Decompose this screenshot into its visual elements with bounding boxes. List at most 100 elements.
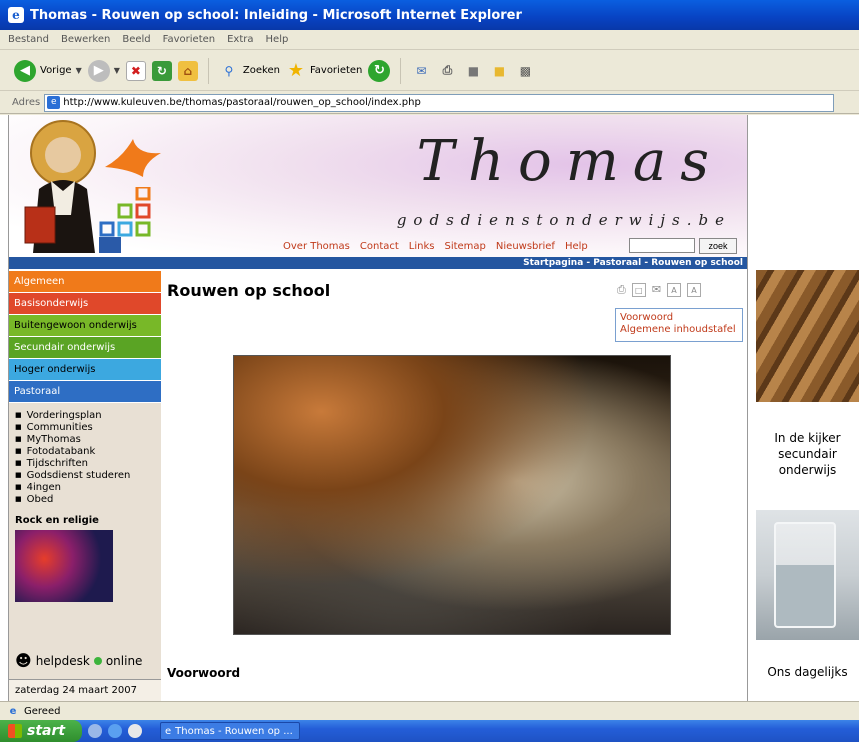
menu-bar: Bestand Bewerken Beeld Favorieten Extra …: [0, 30, 859, 50]
address-label: Adres: [12, 97, 41, 108]
nav-link-sitemap[interactable]: Sitemap: [444, 241, 485, 252]
nav-link-over-thomas[interactable]: Over Thomas: [283, 241, 350, 252]
toc-link-voorwoord[interactable]: Voorwoord: [620, 312, 738, 324]
edit-icon[interactable]: ■: [463, 61, 483, 81]
left-nav: Algemeen Basisonderwijs Buitengewoon ond…: [9, 271, 161, 701]
page-title: Rouwen op school: [167, 281, 331, 300]
status-text: Gereed: [24, 705, 61, 717]
date-display: zaterdag 24 maart 2007: [9, 679, 161, 701]
print-icon[interactable]: ⎙: [617, 283, 626, 297]
right-sidebar: In de kijker secundair onderwijs Ons dag…: [756, 270, 859, 701]
messenger-icon[interactable]: ▩: [515, 61, 535, 81]
glass-photo[interactable]: [756, 510, 859, 640]
submenu-item-communities[interactable]: Communities: [15, 421, 161, 433]
right-text-kijker[interactable]: In de kijker secundair onderwijs: [756, 430, 859, 478]
back-label: Vorige: [40, 65, 72, 76]
start-button[interactable]: start: [0, 720, 82, 742]
taskbar: start e Thomas - Rouwen op ...: [0, 720, 859, 742]
windows-logo-icon: [8, 724, 22, 738]
back-arrow-icon: ◀: [14, 59, 36, 82]
forward-arrow-icon: ▶: [87, 59, 110, 82]
menu-item-beeld[interactable]: Beeld: [122, 34, 150, 45]
page-icon[interactable]: □: [631, 283, 646, 297]
submenu-item-obed[interactable]: Obed: [15, 493, 161, 505]
toolbar-separator: [400, 57, 402, 84]
nav-item-pastoraal[interactable]: Pastoraal: [9, 381, 161, 403]
refresh-icon[interactable]: ↻: [151, 60, 172, 81]
history-icon[interactable]: ↻: [368, 59, 391, 82]
browser-window: e Thomas - Rouwen op school: Inleiding -…: [0, 0, 859, 742]
site-search: zoek: [629, 238, 737, 254]
font-larger-icon[interactable]: A: [687, 283, 702, 297]
nav-item-algemeen[interactable]: Algemeen: [9, 271, 161, 293]
site-search-input[interactable]: [629, 238, 695, 253]
site-search-button[interactable]: zoek: [699, 238, 737, 254]
taskbar-item-label: Thomas - Rouwen op ...: [175, 725, 293, 737]
back-button[interactable]: ◀ Vorige ▼: [14, 59, 82, 82]
font-smaller-icon[interactable]: A: [667, 283, 682, 297]
ie-quicklaunch-icon[interactable]: [108, 724, 122, 738]
favorites-button[interactable]: ★ Favorieten: [286, 60, 363, 81]
section-title: Voorwoord: [167, 666, 241, 680]
site-header: Thomas godsdienstonderwijs.be Over Thoma…: [9, 115, 747, 257]
forward-button[interactable]: ▶ ▼: [87, 59, 120, 82]
print-icon[interactable]: ⎙: [437, 61, 457, 81]
page-icon: e: [47, 96, 61, 109]
nav-item-hoger-onderwijs[interactable]: Hoger onderwijs: [9, 359, 161, 381]
start-label: start: [27, 723, 66, 739]
search-label: Zoeken: [242, 65, 280, 76]
menu-item-bestand[interactable]: Bestand: [8, 34, 49, 45]
helpdesk-link[interactable]: ☻ helpdesk online: [15, 651, 142, 670]
dove-icon: [105, 139, 161, 177]
page-viewport: Thomas godsdienstonderwijs.be Over Thoma…: [0, 115, 859, 701]
nav-item-basisonderwijs[interactable]: Basisonderwijs: [9, 293, 161, 315]
submenu-item-tijdschriften[interactable]: Tijdschriften: [15, 457, 161, 469]
submenu-item-fotodatabank[interactable]: Fotodatabank: [15, 445, 161, 457]
nav-link-contact[interactable]: Contact: [360, 241, 399, 252]
mail-icon[interactable]: ✉: [411, 61, 431, 81]
home-icon[interactable]: ⌂: [177, 60, 198, 81]
nav-item-buitengewoon-onderwijs[interactable]: Buitengewoon onderwijs: [9, 315, 161, 337]
nav-link-nieuwsbrief[interactable]: Nieuwsbrief: [496, 241, 555, 252]
star-icon: ★: [287, 60, 304, 81]
menu-item-favorieten[interactable]: Favorieten: [163, 34, 215, 45]
media-icon[interactable]: [128, 724, 142, 738]
chevron-down-icon[interactable]: ▼: [114, 66, 120, 75]
nav-link-help[interactable]: Help: [565, 241, 588, 252]
menu-item-help[interactable]: Help: [266, 34, 289, 45]
page-tools: ⎙ □ ✉ A A: [617, 283, 702, 297]
bread-photo[interactable]: [756, 270, 859, 402]
stop-icon[interactable]: ✖: [125, 60, 146, 81]
main-frame: Thomas godsdienstonderwijs.be Over Thoma…: [8, 115, 748, 701]
main-content: Rouwen op school ⎙ □ ✉ A A Voorwoord Alg…: [167, 271, 747, 701]
nav-link-links[interactable]: Links: [409, 241, 435, 252]
window-title: Thomas - Rouwen op school: Inleiding - M…: [30, 7, 522, 23]
taskbar-item-browser[interactable]: e Thomas - Rouwen op ...: [160, 722, 300, 740]
submenu-item-vorderingsplan[interactable]: Vorderingsplan: [15, 409, 161, 421]
folder-icon[interactable]: ■: [489, 61, 509, 81]
nav-item-secundair-onderwijs[interactable]: Secundair onderwijs: [9, 337, 161, 359]
desktop-icon[interactable]: [88, 724, 102, 738]
submenu-item-godsdienst-studeren[interactable]: Godsdienst studeren: [15, 469, 161, 481]
menu-item-extra[interactable]: Extra: [227, 34, 253, 45]
right-text-dagelijks[interactable]: Ons dagelijks: [756, 664, 859, 680]
rock-en-religie-image[interactable]: [15, 530, 113, 602]
breadcrumb[interactable]: Startpagina - Pastoraal - Rouwen op scho…: [9, 257, 747, 269]
search-icon: ⚲: [224, 63, 234, 78]
site-subtitle: godsdienstonderwijs.be: [396, 211, 731, 229]
address-url: http://www.kuleuven.be/thomas/pastoraal/…: [63, 97, 421, 108]
helpdesk-status: online: [105, 653, 143, 668]
mail-icon[interactable]: ✉: [652, 283, 661, 297]
address-input[interactable]: e http://www.kuleuven.be/thomas/pastoraa…: [44, 93, 835, 112]
menu-item-bewerken[interactable]: Bewerken: [61, 34, 110, 45]
chevron-down-icon[interactable]: ▼: [76, 66, 82, 75]
toc-link-inhoudstafel[interactable]: Algemene inhoudstafel: [620, 324, 738, 336]
page-icon: e: [9, 705, 17, 717]
blocks-logo: [99, 187, 151, 237]
submenu-item-mythomas[interactable]: MyThomas: [15, 433, 161, 445]
helpdesk-person-icon: ☻: [15, 651, 32, 670]
status-bar: e Gereed: [0, 701, 859, 720]
submenu-item-4ingen[interactable]: 4ingen: [15, 481, 161, 493]
search-button[interactable]: ⚲ Zoeken: [219, 61, 280, 81]
toolbar-separator: [207, 57, 209, 84]
